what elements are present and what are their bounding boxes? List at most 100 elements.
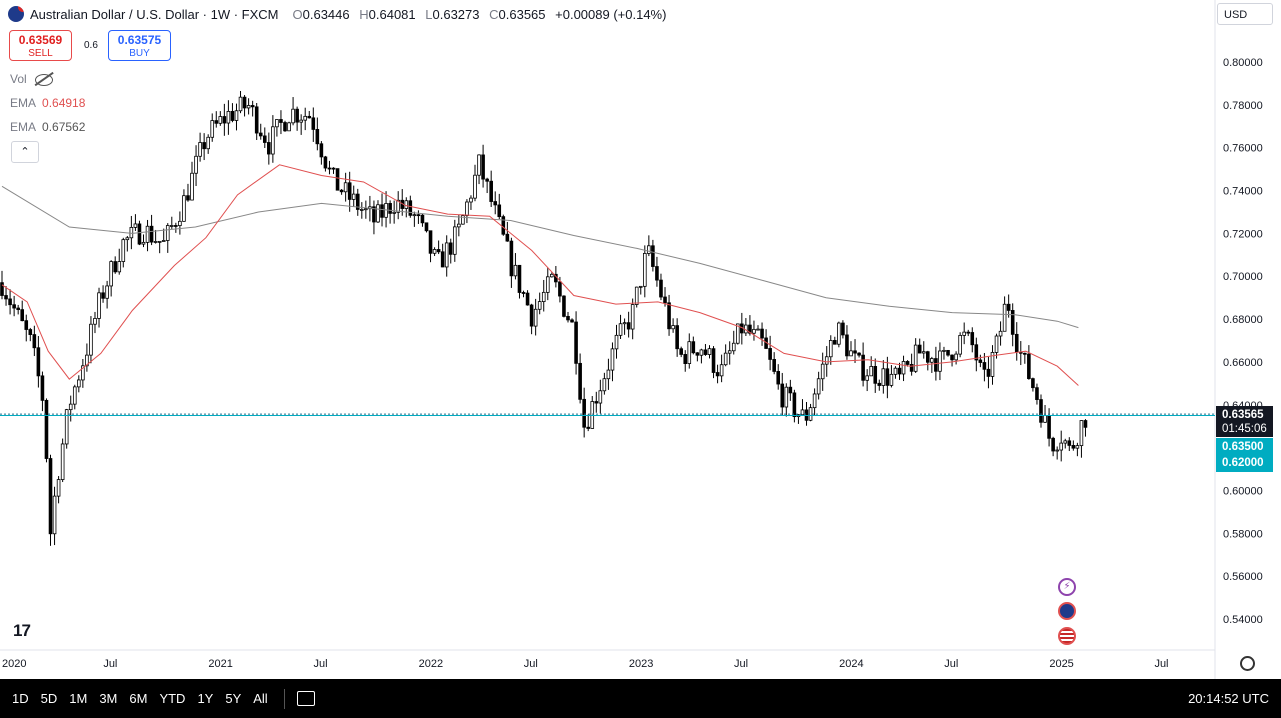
toolbar-divider (283, 688, 285, 709)
candle-body (679, 348, 683, 355)
candle-body (643, 253, 647, 287)
candle-body (153, 241, 158, 243)
australia-flag-icon[interactable] (1058, 602, 1076, 620)
candle-body (824, 356, 829, 365)
candle-body (833, 340, 837, 345)
candle-body (465, 201, 469, 216)
candle-body (1039, 399, 1043, 423)
candle-body (234, 110, 239, 121)
candle-body (970, 332, 975, 346)
x-tick-label: Jul (103, 658, 117, 670)
settings-gear-icon[interactable] (1240, 656, 1255, 671)
candle-body (792, 392, 797, 418)
candle-body (485, 178, 489, 182)
candle-body (145, 225, 150, 243)
calendar-icon[interactable] (296, 691, 315, 706)
candle-body (291, 108, 295, 124)
candle-body (982, 362, 987, 370)
candle-body (121, 239, 126, 262)
candle-body (327, 167, 332, 170)
y-tick-label: 0.54000 (1223, 614, 1263, 626)
sell-button[interactable]: 0.63569 SELL (9, 30, 72, 61)
candle-body (634, 286, 639, 305)
x-tick-label: Jul (314, 658, 328, 670)
candle-body (77, 379, 81, 388)
candle-body (1079, 420, 1084, 447)
candle-body (731, 342, 736, 352)
price-chart[interactable]: 0.80000 0.78000 0.76000 0.74000 0.72000 0.700… (0, 0, 1281, 679)
tradingview-logo-icon[interactable]: 17 (13, 621, 31, 641)
candle-body (448, 242, 453, 255)
volume-indicator[interactable]: Vol (10, 72, 53, 86)
candle-body (137, 223, 142, 245)
candle-body (489, 180, 493, 202)
candle-body (32, 334, 37, 349)
collapse-legend-button[interactable]: ⌃ (11, 141, 39, 163)
candle-body (849, 350, 853, 357)
candle-body (845, 334, 849, 357)
symbol-title[interactable]: Australian Dollar / U.S. Dollar · 1W · F… (30, 7, 279, 22)
candle-body (986, 368, 991, 377)
candle-body (1063, 440, 1068, 444)
candle-body (149, 225, 154, 243)
ema-fast-indicator[interactable]: EMA 0.64918 (10, 96, 85, 110)
candle-body (501, 216, 506, 235)
sell-label: SELL (28, 48, 53, 59)
currency-selector[interactable]: USD (1217, 3, 1273, 25)
range-6m[interactable]: 6M (129, 691, 147, 706)
range-5d[interactable]: 5D (41, 691, 58, 706)
range-1y[interactable]: 1Y (197, 691, 213, 706)
range-ytd[interactable]: YTD (159, 691, 185, 706)
candle-body (299, 119, 303, 123)
ema-slow-indicator[interactable]: EMA 0.67562 (10, 120, 85, 134)
candle-body (412, 214, 417, 217)
candle-body (420, 214, 425, 224)
lightning-icon[interactable]: ⚡ (1058, 578, 1076, 596)
range-all[interactable]: All (253, 691, 267, 706)
candle-body (719, 364, 724, 377)
candle-body (1075, 445, 1080, 449)
candle-body (780, 383, 785, 408)
candle-body (885, 368, 890, 386)
candle-body (311, 117, 316, 130)
candle-body (550, 273, 554, 278)
us-flag-icon[interactable] (1058, 627, 1076, 645)
candle-body (202, 142, 206, 150)
range-3m[interactable]: 3M (99, 691, 117, 706)
candle-body (638, 285, 643, 288)
candle-body (812, 393, 817, 409)
candle-body (723, 352, 728, 366)
candle-body (934, 358, 938, 372)
candle-body (161, 240, 166, 242)
candle-body (258, 132, 263, 137)
candle-body (707, 348, 712, 355)
y-tick-label: 0.74000 (1223, 186, 1263, 198)
candle-body (675, 325, 679, 350)
candle-body (517, 264, 522, 293)
bottom-toolbar: 1D 5D 1M 3M 6M YTD 1Y 5Y All 20:14:52 UT… (0, 679, 1281, 718)
candle-body (598, 390, 603, 404)
range-1d[interactable]: 1D (12, 691, 29, 706)
candle-body (222, 116, 227, 124)
hidden-eye-icon[interactable] (34, 73, 53, 86)
candle-body (1059, 442, 1064, 451)
candle-body (925, 351, 930, 363)
candle-body (303, 115, 308, 121)
buy-button[interactable]: 0.63575 BUY (108, 30, 171, 61)
range-5y[interactable]: 5Y (225, 691, 241, 706)
y-tick-label: 0.60000 (1223, 485, 1263, 497)
open-label: O (292, 6, 303, 22)
candle-body (360, 208, 364, 211)
candle-body (343, 182, 348, 193)
candle-body (267, 142, 271, 155)
range-1m[interactable]: 1M (69, 691, 87, 706)
symbol-flag-icon (8, 6, 24, 22)
candle-body (335, 168, 340, 191)
candle-body (250, 105, 255, 108)
candle-body (169, 225, 174, 227)
ema-fast-label: EMA (10, 96, 37, 110)
candle-body (533, 308, 538, 327)
candle-body (392, 211, 396, 214)
utc-clock[interactable]: 20:14:52 UTC (1188, 691, 1269, 706)
last-price-label: 0.63565 01:45:06 (1216, 406, 1273, 437)
